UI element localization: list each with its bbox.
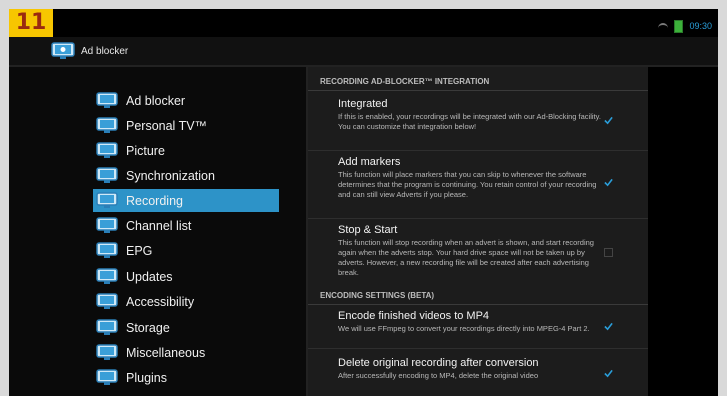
delete-original-checkbox[interactable] <box>604 369 613 378</box>
sidebar-item-miscellaneous[interactable]: Miscellaneous <box>93 341 279 364</box>
sidebar-item-accessibility[interactable]: Accessibility <box>93 290 279 313</box>
tv-icon <box>96 292 118 309</box>
check-icon <box>604 178 613 187</box>
tv-icon <box>96 267 118 284</box>
pref-summary: If this is enabled, your recordings will… <box>338 112 601 131</box>
sidebar-item-updates[interactable]: Updates <box>93 265 279 288</box>
settings-content: RECORDING AD-BLOCKER™ INTEGRATION Integr… <box>308 67 648 396</box>
tv-icon <box>96 191 118 208</box>
action-bar: Ad blocker <box>9 37 718 67</box>
tv-icon <box>96 241 118 258</box>
sidebar-item-ad-blocker[interactable]: Ad blocker <box>93 89 279 112</box>
pref-encode-mp4[interactable]: Encode finished videos to MP4 We will us… <box>338 309 608 334</box>
pref-title: Stop & Start <box>338 224 398 236</box>
sidebar-item-label: Recording <box>126 193 183 208</box>
pref-divider <box>308 150 648 151</box>
pref-summary: This function will place markers that yo… <box>338 170 597 199</box>
battery-icon <box>674 19 684 33</box>
pref-divider <box>308 218 648 219</box>
pref-stop-start[interactable]: Stop & Start This function will stop rec… <box>338 223 608 278</box>
sidebar-item-label: Storage <box>126 320 170 335</box>
check-icon <box>604 116 613 125</box>
sidebar-item-label: EPG <box>126 243 153 258</box>
pref-summary: This function will stop recording when a… <box>338 238 594 277</box>
wifi-icon <box>658 23 669 33</box>
sidebar-item-storage[interactable]: Storage <box>93 316 279 339</box>
sidebar-item-label: Accessibility <box>126 294 195 309</box>
pref-title: Integrated <box>338 98 388 110</box>
pref-delete-original[interactable]: Delete original recording after conversi… <box>338 356 608 381</box>
sidebar-item-synchronization[interactable]: Synchronization <box>93 164 279 187</box>
settings-sidebar: Ad blocker Personal TV™ Picture Synchron… <box>9 67 309 396</box>
sidebar-item-label: Synchronization <box>126 168 215 183</box>
pref-summary: We will use FFmpeg to convert your recor… <box>338 324 590 333</box>
tv-icon <box>96 318 118 335</box>
pref-add-markers[interactable]: Add markers This function will place mar… <box>338 155 608 200</box>
pref-title: Add markers <box>338 156 401 168</box>
tv-icon <box>96 116 118 133</box>
status-time: 09:30 <box>689 21 712 31</box>
sidebar-item-partial <box>93 391 279 396</box>
sidebar-item-epg[interactable]: EPG <box>93 239 279 262</box>
tv-app-icon[interactable] <box>51 42 75 60</box>
pref-title: Encode finished videos to MP4 <box>338 310 490 322</box>
sidebar-item-plugins[interactable]: Plugins <box>93 366 279 389</box>
sidebar-item-label: Ad blocker <box>126 93 186 108</box>
tv-icon <box>96 91 118 108</box>
check-icon <box>604 322 613 331</box>
sidebar-item-channel-list[interactable]: Channel list <box>93 214 279 237</box>
step-badge: 11 <box>9 9 53 37</box>
screen: 11 09:30 Ad blocker Ad blocker Personal … <box>9 9 718 396</box>
sidebar-item-personal-tv[interactable]: Personal TV™ <box>93 114 279 137</box>
status-bar: 09:30 <box>658 19 712 33</box>
sidebar-item-picture[interactable]: Picture <box>93 139 279 162</box>
pref-integrated[interactable]: Integrated If this is enabled, your reco… <box>338 97 608 132</box>
encode-mp4-checkbox[interactable] <box>604 322 613 331</box>
app-title: Ad blocker <box>81 45 129 57</box>
sidebar-item-recording[interactable]: Recording <box>93 189 279 212</box>
check-icon <box>604 369 613 378</box>
pref-summary: After successfully encoding to MP4, dele… <box>338 371 539 380</box>
sidebar-item-label: Channel list <box>126 218 192 233</box>
sidebar-item-label: Personal TV™ <box>126 118 208 133</box>
tv-icon <box>96 141 118 158</box>
sidebar-item-label: Picture <box>126 143 165 158</box>
stop-start-checkbox[interactable] <box>604 248 613 257</box>
tv-icon <box>96 216 118 233</box>
right-margin <box>648 67 718 396</box>
pref-title: Delete original recording after conversi… <box>338 357 539 369</box>
sidebar-item-label: Updates <box>126 269 173 284</box>
sidebar-item-label: Miscellaneous <box>126 345 206 360</box>
integrated-checkbox[interactable] <box>604 116 613 125</box>
pref-divider <box>308 348 648 349</box>
section-header-encoding-settings: ENCODING SETTINGS (BETA) <box>308 287 648 305</box>
tv-icon <box>96 166 118 183</box>
section-header-recording-ad-blocker: RECORDING AD-BLOCKER™ INTEGRATION <box>308 73 648 91</box>
tv-icon <box>96 343 118 360</box>
add-markers-checkbox[interactable] <box>604 178 613 187</box>
tv-icon <box>96 368 118 385</box>
sidebar-item-label: Plugins <box>126 370 167 385</box>
